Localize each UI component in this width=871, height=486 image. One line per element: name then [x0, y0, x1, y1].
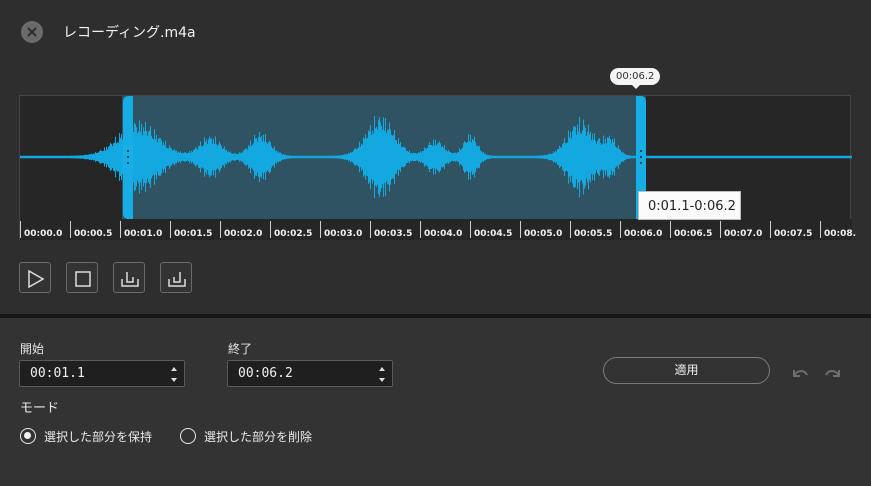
- radio-button-selected[interactable]: [20, 428, 36, 444]
- end-label: 終了: [228, 342, 253, 356]
- timeline-tick-label: 00:06.5: [670, 221, 712, 239]
- timeline-tick-label: 00:07.5: [770, 221, 812, 239]
- selection-start-handle[interactable]: [123, 96, 133, 219]
- start-time-input[interactable]: [20, 361, 165, 386]
- timeline-tick-label: 00:01.5: [170, 221, 212, 239]
- timeline-tick-label: 00:02.0: [220, 221, 262, 239]
- timeline-tick-label: 00:00.5: [70, 221, 112, 239]
- selection-range-tooltip: 0:01.1-0:06.2: [638, 191, 741, 220]
- radio-button-unselected[interactable]: [180, 428, 196, 444]
- timeline-tick-label: 00:01.0: [120, 221, 162, 239]
- play-icon: [28, 270, 45, 288]
- timeline-tick-label: 00:04.0: [420, 221, 462, 239]
- timeline-tick-label: 00:00.0: [20, 221, 62, 239]
- file-title: レコーディング.m4a: [63, 25, 196, 41]
- stop-button[interactable]: [66, 262, 98, 293]
- radio-delete-selection[interactable]: 選択した部分を削除: [180, 427, 312, 445]
- decrement-icon[interactable]: [378, 376, 386, 384]
- timeline-tick-label: 00:05.0: [520, 221, 562, 239]
- set-end-icon: [168, 272, 186, 287]
- stop-icon: [75, 271, 91, 287]
- set-start-icon: [121, 272, 139, 287]
- start-time-stepper[interactable]: [19, 360, 185, 387]
- play-button[interactable]: [19, 262, 51, 293]
- trim-settings-panel: [0, 318, 871, 486]
- waveform-path: [20, 115, 852, 199]
- cursor-time-bubble: 00:06.2: [610, 68, 661, 89]
- start-label: 開始: [20, 342, 45, 356]
- timeline-tick-label: 00:03.0: [320, 221, 362, 239]
- timeline-tick-label: 00:04.5: [470, 221, 512, 239]
- timeline-tick-label: 00:06.0: [620, 221, 662, 239]
- end-time-input[interactable]: [228, 361, 373, 386]
- end-time-stepper[interactable]: [227, 360, 393, 387]
- timeline-tick-label: 00:03.5: [370, 221, 412, 239]
- set-start-button[interactable]: [113, 262, 145, 293]
- apply-button[interactable]: 適用: [603, 357, 770, 384]
- decrement-icon[interactable]: [170, 376, 178, 384]
- timeline-tick-label: 00:05.5: [570, 221, 612, 239]
- increment-icon[interactable]: [170, 365, 178, 373]
- close-button[interactable]: [21, 21, 43, 43]
- radio-delete-label: 選択した部分を削除: [204, 429, 313, 444]
- timeline-tick-label: 00:07.0: [720, 221, 762, 239]
- redo-icon[interactable]: [823, 366, 843, 382]
- set-end-button[interactable]: [160, 262, 192, 293]
- timeline-tick-label: 00:08.: [820, 221, 856, 239]
- mode-label: モード: [20, 401, 60, 416]
- undo-icon[interactable]: [790, 366, 810, 382]
- close-icon: [27, 27, 37, 37]
- timeline-ruler: 00:00.0 00:00.5 00:01.0 00:01.5 00:02.0 00:02…: [20, 219, 856, 240]
- increment-icon[interactable]: [378, 365, 386, 373]
- radio-keep-selection[interactable]: 選択した部分を保持: [20, 427, 152, 445]
- timeline-tick-label: 00:02.5: [270, 221, 312, 239]
- radio-keep-label: 選択した部分を保持: [44, 429, 153, 444]
